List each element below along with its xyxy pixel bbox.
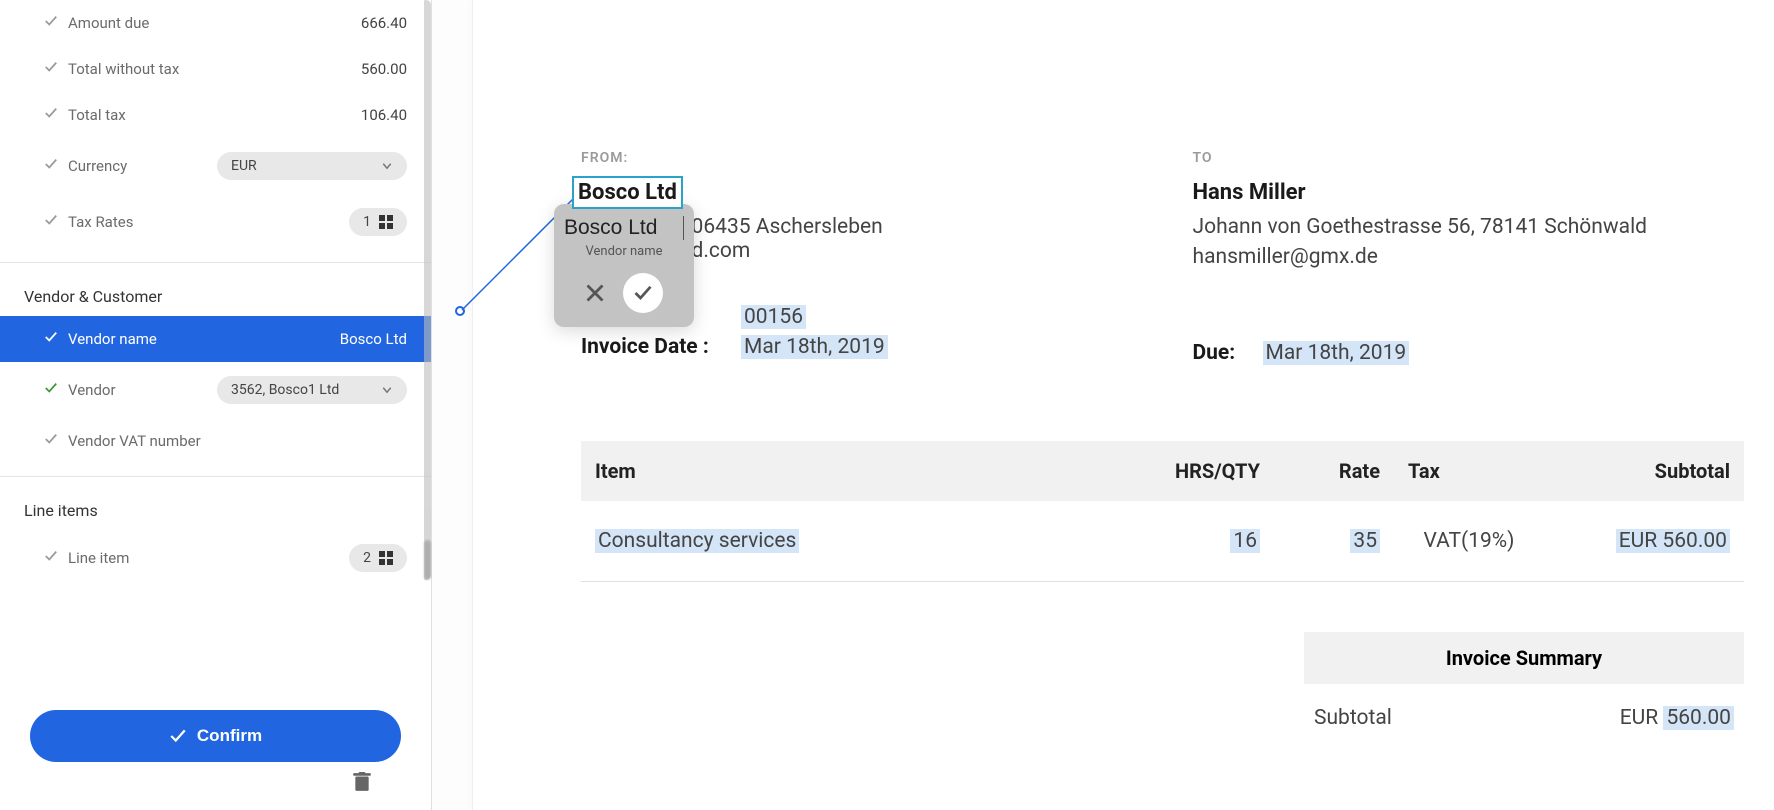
popup-field-name: Vendor name (564, 244, 684, 259)
field-value: 560.00 (361, 60, 407, 78)
currency-select[interactable]: EUR (217, 152, 407, 180)
summary-subtotal-label: Subtotal (1314, 706, 1392, 730)
line-item-badge[interactable]: 2 (349, 544, 407, 572)
field-vendor-name[interactable]: Vendor name Bosco Ltd (0, 316, 431, 362)
selection-box-vendor-name[interactable]: Bosco Ltd (572, 176, 683, 209)
sidebar: Amount due 666.40 Total without tax 560.… (0, 0, 432, 810)
check-icon (44, 381, 58, 399)
th-item: Item (581, 441, 1114, 501)
th-tax: Tax (1394, 441, 1544, 501)
count: 2 (363, 550, 371, 566)
check-icon (633, 283, 653, 303)
invoice-date: Mar 18th, 2019 (741, 335, 888, 359)
from-address-partial: 06435 Aschersleben (692, 215, 883, 239)
delete-button[interactable] (353, 772, 371, 796)
field-label: Vendor (68, 381, 217, 399)
due-label: Due: (1193, 341, 1263, 365)
summary-subtotal-value: 560.00 (1663, 706, 1734, 730)
summary-title: Invoice Summary (1304, 632, 1744, 684)
field-label: Total without tax (68, 60, 361, 78)
check-icon (44, 14, 58, 32)
due-date: Mar 18th, 2019 (1263, 341, 1410, 365)
tax-rates-badge[interactable]: 1 (349, 208, 407, 236)
field-vendor[interactable]: Vendor 3562, Bosco1 Ltd (0, 362, 431, 418)
trash-icon (353, 772, 371, 792)
field-line-item[interactable]: Line item 2 (0, 530, 431, 586)
field-value: 106.40 (361, 106, 407, 124)
check-icon (44, 213, 58, 231)
scrollbar[interactable] (421, 0, 431, 580)
connector-dot (455, 306, 465, 316)
chevron-down-icon (381, 384, 393, 396)
cell-qty: 16 (1230, 529, 1260, 553)
summary-subtotal-prefix: EUR (1620, 706, 1664, 730)
grid-icon (379, 215, 393, 229)
to-label: TO (1193, 150, 1745, 166)
check-icon (44, 549, 58, 567)
vendor-select[interactable]: 3562, Bosco1 Ltd (217, 376, 407, 404)
th-subtotal: Subtotal (1544, 441, 1744, 501)
to-email: hansmiller@gmx.de (1193, 245, 1745, 269)
invoice-number: 00156 (741, 305, 806, 329)
check-icon (169, 727, 187, 745)
field-total-tax[interactable]: Total tax 106.40 (0, 92, 431, 138)
invoice-date-label: Invoice Date : (581, 335, 741, 359)
invoice-table: Item HRS/QTY Rate Tax Subtotal Consultan… (581, 441, 1744, 582)
cell-rate: 35 (1350, 529, 1380, 553)
edit-popup: Vendor name (554, 204, 694, 327)
field-value: Bosco Ltd (340, 330, 407, 348)
field-tax-rates[interactable]: Tax Rates 1 (0, 194, 431, 250)
section-line-items: Line items (0, 477, 431, 530)
section-vendor-customer: Vendor & Customer (0, 263, 431, 316)
field-label: Line item (68, 549, 349, 567)
popup-confirm-button[interactable] (623, 273, 663, 313)
confirm-label: Confirm (197, 726, 262, 746)
th-rate: Rate (1274, 441, 1394, 501)
field-label: Vendor name (68, 330, 340, 348)
invoice-summary: Invoice Summary Subtotal EUR 560.00 (1304, 632, 1744, 730)
th-qty: HRS/QTY (1114, 441, 1274, 501)
field-vendor-vat[interactable]: Vendor VAT number (0, 418, 431, 464)
check-icon (44, 106, 58, 124)
check-icon (44, 60, 58, 78)
grid-icon (379, 551, 393, 565)
field-label: Total tax (68, 106, 361, 124)
field-currency[interactable]: Currency EUR (0, 138, 431, 194)
field-label: Currency (68, 157, 217, 175)
currency-value: EUR (231, 158, 257, 174)
cell-tax: VAT(19%) (1394, 501, 1544, 582)
chevron-down-icon (381, 160, 393, 172)
to-block: TO Hans Miller Johann von Goethestrasse … (1193, 150, 1745, 371)
field-label: Tax Rates (68, 213, 349, 231)
check-icon (44, 157, 58, 175)
table-row: Consultancy services 16 35 VAT(19%) EUR … (581, 501, 1744, 582)
check-icon (44, 330, 58, 348)
field-label: Amount due (68, 14, 361, 32)
popup-cancel-button[interactable] (585, 283, 605, 303)
cell-item: Consultancy services (595, 529, 799, 553)
count: 1 (363, 214, 371, 230)
document-viewer: FROM: Bosco Ltd XXXXXXXX 06435 Aschersle… (432, 0, 1774, 810)
field-label: Vendor VAT number (68, 432, 407, 450)
to-name: Hans Miller (1193, 180, 1745, 205)
confirm-button[interactable]: Confirm (30, 710, 401, 762)
check-icon (44, 432, 58, 450)
from-label: FROM: (581, 150, 1133, 166)
field-amount-due[interactable]: Amount due 666.40 (0, 0, 431, 46)
field-value: 666.40 (361, 14, 407, 32)
popup-input[interactable] (564, 216, 684, 240)
cell-subtotal: EUR 560.00 (1616, 529, 1730, 553)
field-total-without-tax[interactable]: Total without tax 560.00 (0, 46, 431, 92)
to-address: Johann von Goethestrasse 56, 78141 Schön… (1193, 215, 1745, 239)
from-email-partial: d.com (692, 239, 751, 263)
vendor-value: 3562, Bosco1 Ltd (231, 382, 339, 398)
